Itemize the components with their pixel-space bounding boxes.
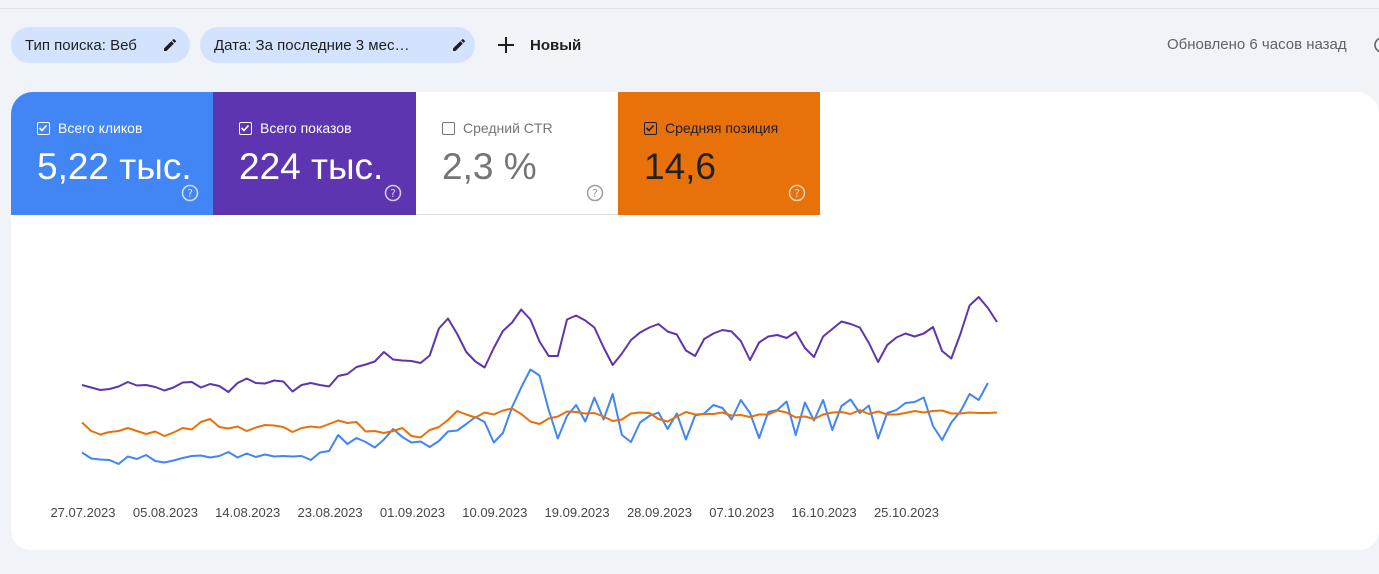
x-tick-label: 05.08.2023	[133, 505, 198, 520]
x-tick-label: 16.10.2023	[792, 505, 857, 520]
performance-chart: 27.07.2023 05.08.2023 14.08.2023 23.08.2023…	[50, 296, 998, 520]
x-tick-label: 14.08.2023	[215, 505, 280, 520]
performance-card: Всего кликов 5,22 тыс. ? Всего показов 2…	[11, 92, 1379, 550]
series-line-1	[81, 368, 989, 465]
last-updated-text: Обновлено 6 часов назад	[1167, 36, 1347, 53]
filter-chip-search-type-label: Тип поиска: Веб	[25, 36, 137, 54]
x-tick-label: 10.09.2023	[462, 505, 527, 520]
edit-pencil-icon[interactable]	[162, 37, 178, 53]
refresh-icon[interactable]	[1373, 36, 1379, 54]
add-filter-button[interactable]: Новый	[496, 34, 581, 56]
edit-pencil-icon[interactable]	[451, 37, 467, 53]
x-tick-label: 28.09.2023	[627, 505, 692, 520]
x-tick-label: 23.08.2023	[298, 505, 363, 520]
filter-chip-search-type[interactable]: Тип поиска: Веб	[11, 27, 190, 63]
x-tick-label: 01.09.2023	[380, 505, 445, 520]
plus-icon	[498, 37, 514, 53]
add-filter-label: Новый	[530, 36, 582, 54]
filter-chip-date[interactable]: Дата: За последние 3 мес…	[200, 27, 475, 63]
top-divider	[0, 8, 1379, 9]
x-tick-label: 19.09.2023	[545, 505, 610, 520]
x-tick-label: 25.10.2023	[874, 505, 939, 520]
x-tick-label: 07.10.2023	[709, 505, 774, 520]
x-tick-label: 27.07.2023	[50, 505, 115, 520]
filter-chip-date-label: Дата: За последние 3 мес…	[214, 36, 410, 54]
